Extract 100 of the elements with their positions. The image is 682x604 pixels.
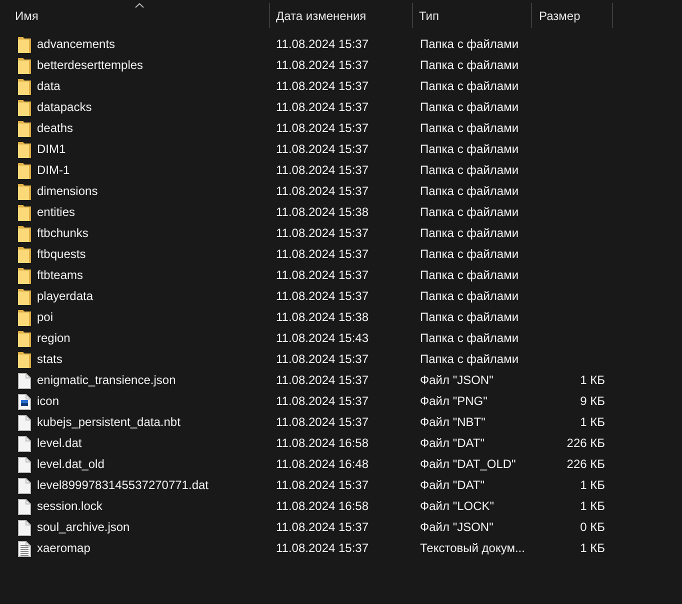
modified-date: 11.08.2024 15:37 bbox=[276, 289, 369, 304]
file-name[interactable]: entities bbox=[37, 205, 76, 220]
file-type: Папка с файлами bbox=[420, 184, 519, 199]
file-type: Папка с файлами bbox=[420, 226, 519, 241]
file-name[interactable]: region bbox=[37, 331, 70, 346]
column-header[interactable]: Имя bbox=[0, 3, 270, 28]
file-type: Папка с файлами bbox=[420, 121, 519, 136]
folder-icon bbox=[18, 184, 31, 200]
modified-date: 11.08.2024 15:37 bbox=[276, 142, 369, 157]
modified-date: 11.08.2024 15:37 bbox=[276, 415, 369, 430]
file-icon bbox=[18, 372, 31, 388]
file-icon bbox=[18, 520, 31, 536]
modified-date: 11.08.2024 15:37 bbox=[276, 268, 369, 283]
image-file-icon bbox=[18, 394, 31, 410]
file-name[interactable]: datapacks bbox=[37, 100, 92, 115]
file-type: Файл "DAT_OLD" bbox=[420, 457, 516, 472]
file-name[interactable]: stats bbox=[37, 352, 62, 367]
file-name[interactable]: playerdata bbox=[37, 289, 94, 304]
modified-date: 11.08.2024 15:37 bbox=[276, 58, 369, 73]
file-name[interactable]: ftbteams bbox=[37, 268, 84, 283]
file-size: 226 КБ bbox=[566, 457, 605, 472]
file-name[interactable]: data bbox=[37, 79, 60, 94]
file-name[interactable]: DIM1 bbox=[37, 142, 66, 157]
file-type: Папка с файлами bbox=[420, 142, 519, 157]
file-type: Файл "JSON" bbox=[420, 373, 494, 388]
file-type: Файл "LOCK" bbox=[420, 499, 494, 514]
file-type: Папка с файлами bbox=[420, 268, 519, 283]
modified-date: 11.08.2024 16:48 bbox=[276, 457, 369, 472]
file-icon bbox=[18, 436, 31, 452]
file-name[interactable]: poi bbox=[37, 310, 54, 325]
file-type: Файл "DAT" bbox=[420, 478, 484, 493]
file-name[interactable]: enigmatic_transience.json bbox=[37, 373, 176, 388]
modified-date: 11.08.2024 16:58 bbox=[276, 436, 369, 451]
file-name[interactable]: ftbchunks bbox=[37, 226, 88, 241]
file-size: 1 КБ bbox=[580, 541, 605, 556]
file-name[interactable]: advancements bbox=[37, 37, 116, 52]
file-type: Файл "PNG" bbox=[420, 394, 488, 409]
file-type: Папка с файлами bbox=[420, 37, 519, 52]
file-name[interactable]: level.dat bbox=[37, 436, 82, 451]
file-type: Папка с файлами bbox=[420, 352, 519, 367]
folder-icon bbox=[18, 330, 31, 346]
file-icon bbox=[18, 414, 31, 430]
file-type: Папка с файлами bbox=[420, 58, 519, 73]
file-name[interactable]: soul_archive.json bbox=[37, 520, 130, 535]
file-name[interactable]: icon bbox=[37, 394, 60, 409]
modified-date: 11.08.2024 15:37 bbox=[276, 247, 369, 262]
column-header[interactable]: Дата изменения bbox=[270, 3, 413, 28]
file-type: Текстовый докум... bbox=[420, 541, 525, 556]
folder-icon bbox=[18, 268, 31, 284]
file-name[interactable]: kubejs_persistent_data.nbt bbox=[37, 415, 180, 430]
file-name[interactable]: DIM-1 bbox=[37, 163, 70, 178]
file-size: 226 КБ bbox=[566, 436, 605, 451]
column-header[interactable]: Тип bbox=[413, 3, 532, 28]
modified-date: 11.08.2024 15:37 bbox=[276, 184, 369, 199]
column-header[interactable]: Размер bbox=[532, 3, 613, 28]
text-file-icon bbox=[18, 540, 31, 556]
modified-date: 11.08.2024 15:37 bbox=[276, 163, 369, 178]
file-name[interactable]: dimensions bbox=[37, 184, 98, 199]
file-name[interactable]: xaeromap bbox=[37, 541, 90, 556]
file-name[interactable]: betterdeserttemples bbox=[37, 58, 144, 73]
folder-icon bbox=[18, 142, 31, 158]
file-name[interactable]: session.lock bbox=[37, 499, 102, 514]
file-type: Папка с файлами bbox=[420, 79, 519, 94]
file-icon bbox=[18, 456, 31, 472]
folder-icon bbox=[18, 246, 31, 262]
modified-date: 11.08.2024 15:38 bbox=[276, 205, 369, 220]
file-icon bbox=[18, 498, 31, 514]
file-name[interactable]: deaths bbox=[37, 121, 74, 136]
folder-icon bbox=[18, 58, 31, 74]
file-size: 1 КБ bbox=[580, 373, 605, 388]
file-type: Файл "NBT" bbox=[420, 415, 486, 430]
file-type: Файл "JSON" bbox=[420, 520, 494, 535]
folder-icon bbox=[18, 78, 31, 94]
modified-date: 11.08.2024 15:37 bbox=[276, 226, 369, 241]
modified-date: 11.08.2024 15:37 bbox=[276, 37, 369, 52]
file-size: 9 КБ bbox=[580, 394, 605, 409]
folder-icon bbox=[18, 36, 31, 52]
file-type: Папка с файлами bbox=[420, 289, 519, 304]
modified-date: 11.08.2024 15:37 bbox=[276, 394, 369, 409]
folder-icon bbox=[18, 100, 31, 116]
modified-date: 11.08.2024 15:37 bbox=[276, 352, 369, 367]
file-type: Папка с файлами bbox=[420, 100, 519, 115]
file-name[interactable]: level.dat_old bbox=[37, 457, 104, 472]
modified-date: 11.08.2024 15:37 bbox=[276, 520, 369, 535]
modified-date: 11.08.2024 15:43 bbox=[276, 331, 369, 346]
file-name[interactable]: level8999783145537270771.dat bbox=[37, 478, 208, 493]
folder-icon bbox=[18, 352, 31, 368]
file-size: 1 КБ bbox=[580, 415, 605, 430]
file-name[interactable]: ftbquests bbox=[37, 247, 86, 262]
file-icon bbox=[18, 478, 31, 494]
folder-icon bbox=[18, 226, 31, 242]
folder-icon bbox=[18, 204, 31, 220]
folder-icon bbox=[18, 162, 31, 178]
modified-date: 11.08.2024 15:37 bbox=[276, 100, 369, 115]
modified-date: 11.08.2024 16:58 bbox=[276, 499, 369, 514]
file-type: Файл "DAT" bbox=[420, 436, 484, 451]
file-type: Папка с файлами bbox=[420, 205, 519, 220]
modified-date: 11.08.2024 15:38 bbox=[276, 310, 369, 325]
modified-date: 11.08.2024 15:37 bbox=[276, 373, 369, 388]
folder-icon bbox=[18, 310, 31, 326]
